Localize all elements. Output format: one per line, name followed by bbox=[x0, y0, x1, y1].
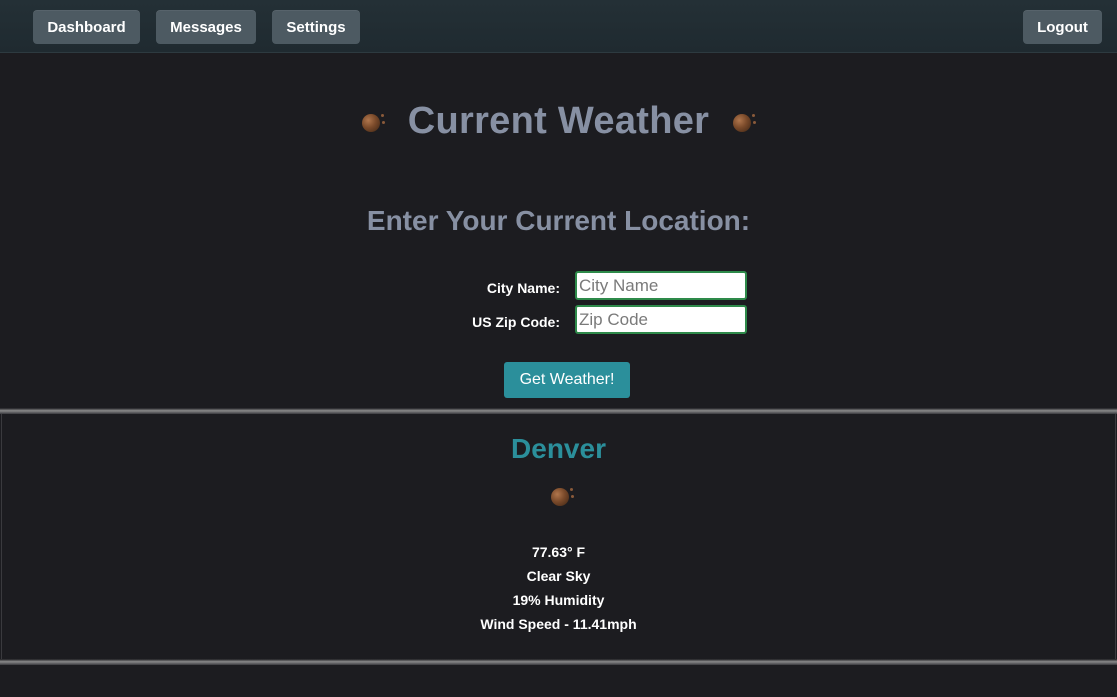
temperature-text: 77.63° F bbox=[531, 544, 586, 560]
title-row: Current Weather bbox=[0, 98, 1117, 144]
result-city-name: Denver bbox=[511, 433, 606, 464]
page-title: Current Weather bbox=[407, 99, 710, 142]
zip-code-label: US Zip Code: bbox=[472, 314, 560, 330]
get-weather-button[interactable]: Get Weather! bbox=[504, 362, 630, 398]
city-name-label: City Name: bbox=[486, 280, 560, 296]
planet-icon bbox=[549, 484, 575, 506]
dashboard-button[interactable]: Dashboard bbox=[33, 10, 140, 44]
zip-code-input[interactable] bbox=[575, 305, 747, 334]
settings-button[interactable]: Settings bbox=[272, 10, 360, 44]
city-name-input[interactable] bbox=[575, 271, 747, 300]
planet-icon bbox=[360, 110, 386, 132]
wind-speed-text: Wind Speed - 11.41mph bbox=[480, 616, 637, 632]
divider bbox=[0, 659, 1117, 665]
condition-text: Clear Sky bbox=[526, 568, 591, 584]
logout-button[interactable]: Logout bbox=[1023, 10, 1102, 44]
top-navbar: Dashboard Messages Settings Logout bbox=[0, 0, 1117, 53]
planet-icon bbox=[731, 110, 757, 132]
humidity-text: 19% Humidity bbox=[512, 592, 605, 608]
messages-button[interactable]: Messages bbox=[156, 10, 256, 44]
location-heading: Enter Your Current Location: bbox=[366, 205, 751, 236]
